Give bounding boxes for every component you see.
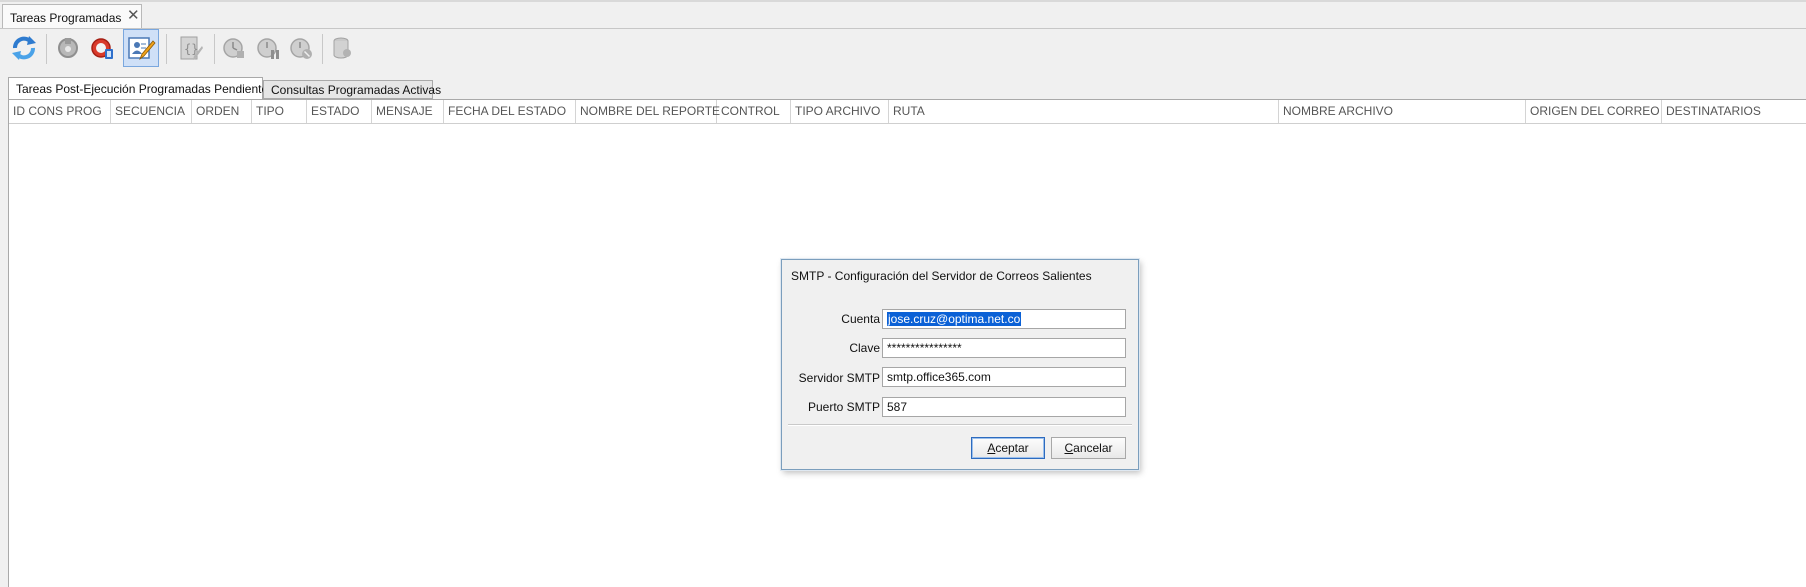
password-field[interactable]: ****************	[882, 338, 1126, 358]
account-field[interactable]: jose.cruz@optima.net.co	[882, 309, 1126, 329]
dialog-title: SMTP - Configuración del Servidor de Cor…	[791, 269, 1092, 283]
refresh-button[interactable]	[6, 29, 42, 67]
toolbar-separator	[46, 34, 47, 64]
refresh-icon	[12, 36, 36, 60]
schedule-cancel-icon	[290, 38, 312, 59]
column-header[interactable]: ORDEN	[192, 100, 252, 123]
smtp-port-field[interactable]: 587	[882, 397, 1126, 417]
schedule-clock-button[interactable]	[216, 29, 252, 67]
database-button[interactable]	[324, 29, 360, 67]
tab-label: Tareas Post-Ejecución Programadas Pendie…	[16, 82, 275, 96]
column-header[interactable]: NOMBRE DEL REPORTE	[576, 100, 720, 123]
toolbar-separator	[214, 34, 215, 64]
schedule-clock-icon	[223, 38, 244, 58]
column-header[interactable]: DESTINATARIOS	[1662, 100, 1806, 123]
database-icon	[333, 37, 351, 59]
column-header[interactable]: ESTADO	[307, 100, 372, 123]
script-edit-icon: {}	[180, 36, 203, 60]
column-header[interactable]: ORIGEN DEL CORREO	[1526, 100, 1662, 123]
cancel-button[interactable]: Cancelar	[1051, 437, 1126, 459]
smtp-config-dialog: SMTP - Configuración del Servidor de Cor…	[781, 259, 1139, 470]
toolbar: {}	[0, 29, 1806, 71]
dialog-divider	[788, 424, 1132, 426]
column-header[interactable]: RUTA	[889, 100, 1279, 123]
column-header[interactable]: CONTROL	[717, 100, 791, 123]
smtp-server-label: Servidor SMTP	[798, 371, 880, 385]
toolbar-separator	[166, 34, 167, 64]
tab-consultas-programadas[interactable]: Consultas Programadas Activas	[263, 80, 441, 99]
document-tab-title: Tareas Programadas	[10, 11, 122, 25]
edit-smtp-config-icon	[128, 37, 156, 61]
column-header[interactable]: MENSAJE	[372, 100, 444, 123]
smtp-port-label: Puerto SMTP	[807, 400, 880, 414]
account-value: jose.cruz@optima.net.co	[887, 312, 1022, 326]
window-top-border	[0, 0, 1806, 2]
stop-task-button[interactable]	[84, 29, 120, 67]
accept-button[interactable]: Aceptar	[971, 437, 1045, 459]
column-header[interactable]: SECUENCIA	[111, 100, 192, 123]
column-header[interactable]: ID CONS PROG	[9, 100, 111, 123]
schedule-pause-button[interactable]	[250, 29, 286, 67]
smtp-server-field[interactable]: smtp.office365.com	[882, 367, 1126, 387]
execute-task-button[interactable]	[50, 29, 86, 67]
close-icon[interactable]: ✕	[127, 7, 140, 25]
tab-tareas-post-ejecucion[interactable]: Tareas Post-Ejecución Programadas Pendie…	[8, 77, 274, 100]
schedule-cancel-button[interactable]	[283, 29, 319, 67]
column-header[interactable]: FECHA DEL ESTADO	[444, 100, 576, 123]
stop-task-icon	[91, 38, 113, 59]
script-edit-button[interactable]: {}	[172, 29, 208, 67]
account-label: Cuenta	[841, 312, 880, 326]
toolbar-separator	[322, 34, 323, 64]
table-header: ID CONS PROG SECUENCIA ORDEN TIPO ESTADO…	[9, 100, 1806, 124]
schedule-pause-icon	[257, 38, 279, 59]
column-header[interactable]: NOMBRE ARCHIVO	[1279, 100, 1526, 123]
password-label: Clave	[849, 341, 880, 355]
column-header[interactable]: TIPO	[252, 100, 307, 123]
column-header[interactable]: TIPO ARCHIVO	[791, 100, 889, 123]
tab-label: Consultas Programadas Activas	[271, 83, 442, 97]
edit-smtp-config-button[interactable]	[123, 29, 159, 67]
document-tab-tareas-programadas[interactable]: Tareas Programadas ✕	[2, 4, 142, 28]
execute-task-icon	[58, 38, 78, 58]
